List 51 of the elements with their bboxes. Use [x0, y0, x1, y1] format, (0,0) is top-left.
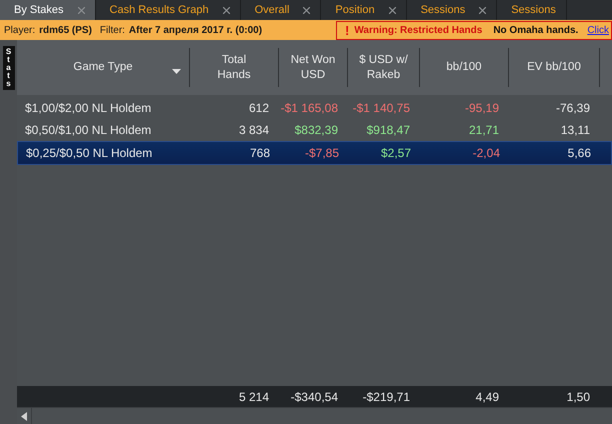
caret-icon[interactable]: [172, 69, 181, 74]
column-header[interactable]: Total Hands: [190, 48, 279, 87]
table-cell-text: $1,00/$2,00 NL Holdem: [24, 101, 152, 115]
table-cell-text: -95,19: [464, 101, 500, 115]
total-cell-text: -$340,54: [290, 390, 339, 404]
total-cell-text: 1,50: [566, 390, 591, 404]
table-cell-text: $832,39: [294, 123, 339, 137]
tab[interactable]: Overall: [240, 0, 322, 20]
warning-text: Warning: Restricted Hands: [354, 24, 482, 36]
table-cell-text: 612: [248, 101, 270, 115]
close-icon[interactable]: [303, 6, 310, 14]
table-cell-text: 768: [248, 146, 271, 160]
table-cell-text: -$1 165,08: [280, 101, 339, 115]
close-icon[interactable]: [479, 6, 486, 14]
total-cell-text: -$219,71: [362, 390, 411, 404]
table-cell-text: $918,47: [366, 123, 411, 137]
column-header[interactable]: bb/100: [420, 48, 509, 87]
tab[interactable]: Cash Results Graph: [96, 0, 241, 20]
table-cell-text: 13,11: [560, 123, 591, 137]
table-cell-text: 5,66: [566, 146, 592, 160]
filter-value: After 7 апреля 2017 г. (0:00): [128, 24, 262, 36]
warning-note: No Omaha hands.: [493, 24, 578, 36]
column-header[interactable]: Net Won USD: [279, 48, 348, 87]
table-cell-text: $0,50/$1,00 NL Holdem: [24, 123, 152, 137]
table-cell-text: -76,39: [554, 101, 591, 115]
side-tab[interactable]: Stats: [2, 46, 14, 90]
total-cell-text: 5 214: [238, 390, 270, 404]
player-label: Player:: [4, 24, 36, 36]
table-cell-text: -$7,85: [304, 146, 340, 160]
close-icon[interactable]: [222, 6, 230, 14]
total-cell-text: 4,49: [474, 390, 500, 404]
table-cell-text: 21,71: [468, 123, 500, 137]
left-arrow-icon[interactable]: [21, 412, 27, 420]
table-cell-text: 3 834: [238, 123, 270, 137]
table-cell-text: -2,04: [472, 146, 501, 160]
tab[interactable]: By Stakes: [0, 0, 96, 20]
table-row[interactable]: $0,25/$0,50 NL Holdem 768 -$7,85 $2,57 -2,04 5,66: [17, 141, 612, 165]
horizontal-scrollbar[interactable]: [17, 407, 612, 424]
column-header[interactable]: Game Type: [17, 48, 190, 87]
column-header[interactable]: EV bb/100: [509, 48, 600, 87]
table-cell-text: -$1 140,75: [352, 101, 411, 115]
click-link[interactable]: Click: [587, 24, 609, 36]
table-cell-text: $2,57: [380, 146, 412, 160]
close-icon[interactable]: [388, 6, 396, 14]
warning-icon: !: [344, 22, 350, 38]
table-cell-text: $0,25/$0,50 NL Holdem: [25, 146, 154, 160]
column-header[interactable]: $ USD w/ Rakeb: [348, 48, 420, 87]
tab[interactable]: Sessions: [406, 0, 498, 20]
close-icon[interactable]: [78, 6, 85, 14]
player-name: rdm65 (PS): [39, 24, 92, 36]
filter-label: Filter:: [100, 24, 125, 36]
